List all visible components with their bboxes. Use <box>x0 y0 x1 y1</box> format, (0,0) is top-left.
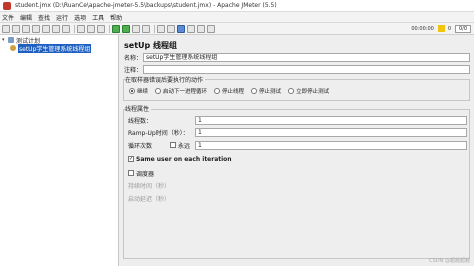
loop-forever-label: 永远 <box>178 142 191 150</box>
menu-run[interactable]: 运行 <box>56 13 68 22</box>
same-user-row: ✓ Same user on each iteration <box>128 154 232 164</box>
warning-icon[interactable] <box>437 25 445 32</box>
warning-count: 0 <box>447 25 451 32</box>
window-titlebar: student.jmx (D:\RuanCe\apache-jmeter-5.5… <box>0 0 474 12</box>
collapse-icon[interactable] <box>87 24 95 33</box>
help-icon[interactable] <box>207 24 215 33</box>
tree-node-label-prefix: setUp <box>19 45 37 53</box>
comment-field[interactable] <box>143 65 470 74</box>
comment-label: 注释： <box>124 66 143 74</box>
toolbar-separator <box>109 24 110 33</box>
radio-continue-label: 继续 <box>137 89 149 95</box>
name-label: 名称： <box>124 54 143 62</box>
save-icon[interactable] <box>32 24 40 33</box>
page-title: setUp 线程组 <box>124 41 178 50</box>
name-field[interactable]: setUp学生管理系统线程组 <box>143 53 470 62</box>
radio-start-next-loop-label: 启动下一进程循环 <box>163 89 208 95</box>
comment-row: 注释： <box>124 64 142 74</box>
radio-stop-test[interactable] <box>251 88 258 94</box>
jmeter-logo-icon <box>3 1 11 10</box>
elapsed-time: 00:00:00 <box>411 25 434 32</box>
shutdown-icon[interactable] <box>142 24 150 33</box>
error-action-title: 在取样器错误后要执行的动作 <box>125 75 206 84</box>
loop-forever-checkbox[interactable] <box>170 142 177 148</box>
threads-label: 线程数： <box>128 117 153 125</box>
tree-node-setup-thread-group[interactable]: setUp学生管理系统线程组 <box>10 43 92 53</box>
function-helper-icon[interactable] <box>197 24 205 33</box>
watermark: CSDN @超越超越 <box>429 258 470 264</box>
rampup-row: Ramp-Up时间（秒）： <box>128 127 189 137</box>
loop-label: 循环次数 <box>128 142 153 150</box>
radio-stop-test-label: 停止测试 <box>259 89 282 95</box>
menu-file[interactable]: 文件 <box>2 13 14 22</box>
menu-tools[interactable]: 工具 <box>92 13 104 22</box>
toggle-icon[interactable] <box>97 24 105 33</box>
duration-row: 持续时间（秒） <box>128 180 170 190</box>
duration-label: 持续时间（秒） <box>128 182 171 190</box>
radio-stop-test-now-label: 立即停止测试 <box>296 89 330 95</box>
scheduler-row: 调度器 <box>128 168 154 178</box>
collapse-arrow-icon[interactable]: ▾ <box>2 37 7 43</box>
scheduler-checkbox[interactable] <box>128 170 134 176</box>
error-action-options: 继续 启动下一进程循环 停止线程 停止测试 立即停止测试 <box>129 87 336 95</box>
test-plan-icon <box>8 37 14 43</box>
radio-stop-thread[interactable] <box>214 88 221 94</box>
tree-node-label-name: 学生管理系统线程组 <box>36 45 91 53</box>
radio-stop-test-now[interactable] <box>288 88 295 94</box>
menu-options[interactable]: 选项 <box>74 13 86 22</box>
same-user-checkbox[interactable]: ✓ <box>128 156 134 162</box>
cut-icon[interactable] <box>42 24 50 33</box>
same-user-label: Same user on each iteration <box>136 155 232 163</box>
toolbar-separator <box>154 24 155 33</box>
threads-field[interactable]: 1 <box>195 116 467 125</box>
thread-count: 0/0 <box>455 24 471 33</box>
radio-continue[interactable] <box>129 88 135 94</box>
stop-icon[interactable] <box>132 24 140 33</box>
reset-search-icon[interactable] <box>187 24 195 33</box>
window-title: student.jmx (D:\RuanCe\apache-jmeter-5.5… <box>15 2 277 9</box>
templates-icon[interactable] <box>12 24 20 33</box>
start-no-pause-icon[interactable] <box>122 24 130 33</box>
startup-delay-row: 启动延迟（秒） <box>128 193 170 203</box>
thread-group-icon <box>10 45 16 51</box>
loop-count-field[interactable]: 1 <box>195 141 467 150</box>
toolbar: 00:00:00 0 0/0 <box>0 23 474 35</box>
expand-icon[interactable] <box>77 24 85 33</box>
open-icon[interactable] <box>22 24 30 33</box>
menu-search[interactable]: 查找 <box>38 13 50 22</box>
menu-edit[interactable]: 编辑 <box>20 13 32 22</box>
scheduler-label: 调度器 <box>136 170 155 178</box>
search-icon[interactable] <box>177 24 185 33</box>
copy-icon[interactable] <box>52 24 60 33</box>
new-icon[interactable] <box>2 24 10 33</box>
thread-group-panel: setUp 线程组 名称： setUp学生管理系统线程组 注释： 在取样器错误后… <box>119 35 474 266</box>
loop-row: 循环次数 永远 <box>128 140 190 150</box>
test-plan-tree: ▾ 测试计划 setUp学生管理系统线程组 <box>0 35 119 266</box>
thread-properties-title: 线程属性 <box>125 104 152 113</box>
start-icon[interactable] <box>112 24 120 33</box>
startup-delay-label: 启动延迟（秒） <box>128 195 171 203</box>
clear-all-icon[interactable] <box>167 24 175 33</box>
clear-icon[interactable] <box>157 24 165 33</box>
radio-start-next-loop[interactable] <box>155 88 162 94</box>
menu-bar: 文件 编辑 查找 运行 选项 工具 帮助 <box>0 12 474 23</box>
rampup-label: Ramp-Up时间（秒）： <box>128 129 189 137</box>
rampup-field[interactable]: 1 <box>195 128 467 137</box>
paste-icon[interactable] <box>62 24 70 33</box>
tree-node-label: setUp学生管理系统线程组 <box>18 43 92 53</box>
menu-help[interactable]: 帮助 <box>110 13 122 22</box>
toolbar-separator <box>74 24 75 33</box>
radio-stop-thread-label: 停止线程 <box>222 89 245 95</box>
name-row: 名称： <box>124 52 142 62</box>
threads-row: 线程数： <box>128 115 152 125</box>
